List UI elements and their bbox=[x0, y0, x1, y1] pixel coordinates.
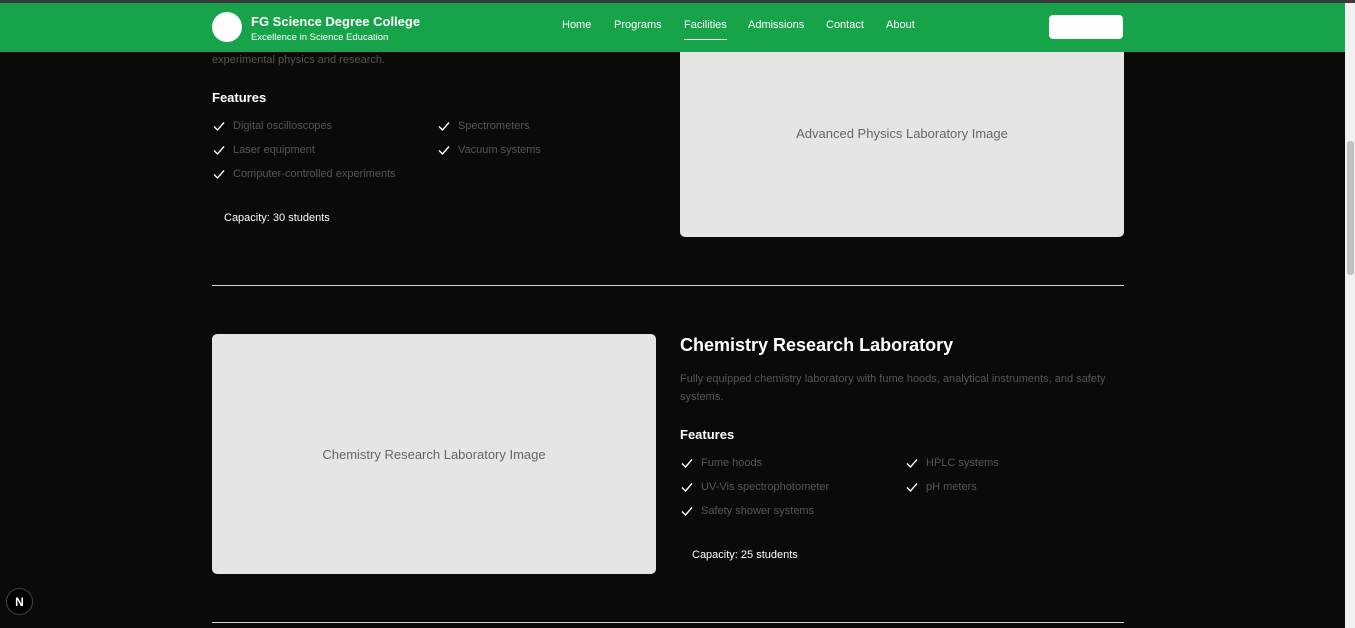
check-icon bbox=[213, 122, 225, 132]
header-cta-button[interactable] bbox=[1049, 15, 1123, 39]
physics-feature-item: Laser equipment bbox=[212, 143, 315, 157]
site-header: FG Science Degree College Excellence in … bbox=[0, 3, 1345, 52]
feature-label: Computer-controlled experiments bbox=[233, 168, 396, 180]
chemistry-description: Fully equipped chemistry laboratory with… bbox=[680, 373, 1106, 403]
check-icon bbox=[906, 459, 918, 469]
physics-features-heading: Features bbox=[212, 90, 267, 105]
chemistry-features-heading: Features bbox=[680, 427, 735, 442]
physics-feature-item: Spectrometers bbox=[437, 119, 530, 133]
chemistry-lab-image: Chemistry Research Laboratory Image bbox=[212, 334, 656, 574]
feature-label: HPLC systems bbox=[926, 457, 999, 469]
scrollbar-thumb[interactable] bbox=[1347, 141, 1354, 275]
feature-label: Spectrometers bbox=[458, 120, 530, 132]
nav-contact[interactable]: Contact bbox=[826, 19, 864, 31]
chemistry-feature-item: pH meters bbox=[905, 480, 977, 494]
feature-label: Digital oscilloscopes bbox=[233, 120, 333, 132]
feature-label: Vacuum systems bbox=[458, 144, 541, 156]
feature-label: Fume hoods bbox=[701, 457, 763, 469]
nav-facilities[interactable]: Facilities bbox=[684, 19, 727, 40]
physics-feature-item: Digital oscilloscopes bbox=[212, 119, 332, 133]
dev-tools-badge[interactable]: N bbox=[6, 588, 33, 615]
chemistry-feature-item: Fume hoods bbox=[680, 456, 762, 470]
chemistry-capacity: Capacity: 25 students bbox=[692, 549, 798, 561]
image-placeholder-label: Advanced Physics Laboratory Image bbox=[796, 126, 1008, 141]
section-divider bbox=[212, 285, 1124, 286]
college-logo[interactable] bbox=[212, 12, 242, 42]
college-tagline: Excellence in Science Education bbox=[251, 32, 389, 43]
chemistry-feature-item: HPLC systems bbox=[905, 456, 999, 470]
feature-label: pH meters bbox=[926, 481, 977, 493]
college-name[interactable]: FG Science Degree College bbox=[251, 14, 420, 29]
check-icon bbox=[213, 146, 225, 156]
physics-feature-item: Vacuum systems bbox=[437, 143, 541, 157]
check-icon bbox=[681, 507, 693, 517]
feature-label: Safety shower systems bbox=[701, 505, 815, 517]
nav-admissions[interactable]: Admissions bbox=[748, 19, 804, 31]
chemistry-feature-item: UV-Vis spectrophotometer bbox=[680, 480, 829, 494]
page-scrollbar[interactable] bbox=[1345, 3, 1355, 628]
physics-lab-image: Advanced Physics Laboratory Image bbox=[680, 30, 1124, 237]
check-icon bbox=[681, 459, 693, 469]
check-icon bbox=[906, 483, 918, 493]
nav-home[interactable]: Home bbox=[562, 19, 591, 31]
feature-label: UV-Vis spectrophotometer bbox=[701, 481, 830, 493]
check-icon bbox=[438, 146, 450, 156]
section-divider bbox=[212, 622, 1124, 623]
chemistry-lab-title: Chemistry Research Laboratory bbox=[680, 335, 954, 355]
physics-feature-item: Computer-controlled experiments bbox=[212, 167, 396, 181]
nav-about[interactable]: About bbox=[886, 19, 915, 31]
check-icon bbox=[213, 170, 225, 180]
physics-capacity: Capacity: 30 students bbox=[224, 212, 330, 224]
nav-programs[interactable]: Programs bbox=[614, 19, 662, 31]
check-icon bbox=[681, 483, 693, 493]
check-icon bbox=[438, 122, 450, 132]
chemistry-feature-item: Safety shower systems bbox=[680, 504, 814, 518]
physics-description: experimental physics and research. bbox=[212, 54, 386, 66]
feature-label: Laser equipment bbox=[233, 144, 315, 156]
image-placeholder-label: Chemistry Research Laboratory Image bbox=[322, 446, 546, 462]
